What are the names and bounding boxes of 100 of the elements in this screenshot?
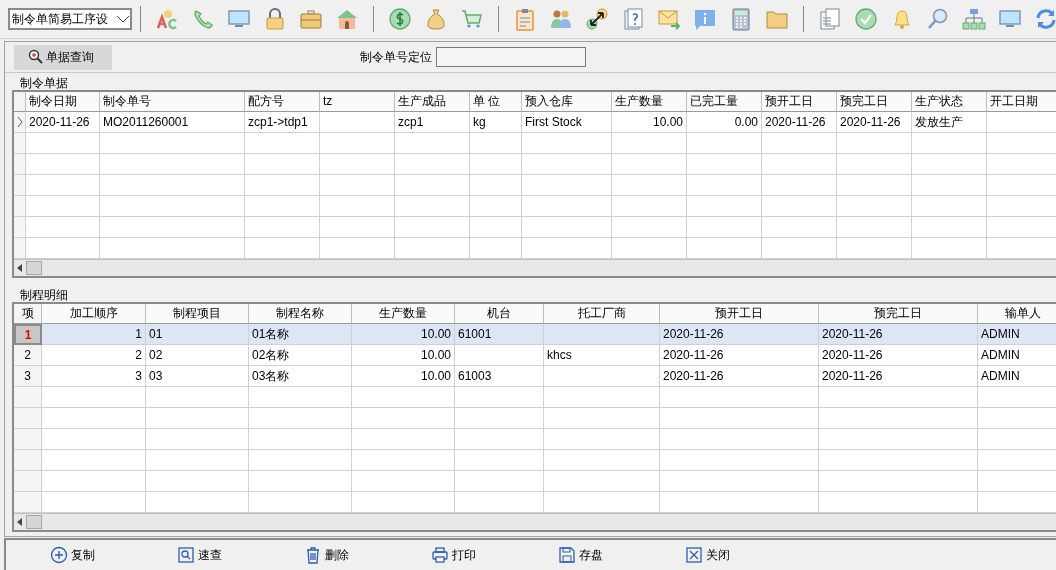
save-button[interactable]: 存盘 (558, 546, 685, 564)
copy-button[interactable]: 复制 (50, 546, 177, 564)
house-icon[interactable] (335, 7, 359, 31)
quick-search-button[interactable]: 速查 (177, 546, 304, 564)
clipboard-icon[interactable] (513, 7, 537, 31)
briefcase-icon[interactable] (299, 7, 323, 31)
table-cell: 2020-11-26 (660, 345, 819, 366)
column-header[interactable]: 制令单号 (100, 92, 245, 112)
lock-icon[interactable] (263, 7, 287, 31)
column-header[interactable]: 生产数量 (612, 92, 687, 112)
print-button[interactable]: 打印 (431, 546, 558, 564)
help-document-icon[interactable] (621, 7, 645, 31)
money-bag-icon[interactable] (424, 7, 448, 31)
column-header[interactable]: 预入仓库 (522, 92, 612, 112)
table-cell: 2 (42, 345, 146, 366)
empty-cell (470, 196, 522, 217)
group-title: 制程明细 (20, 288, 68, 302)
table-cell: ADMIN (978, 366, 1056, 387)
calculator-icon[interactable] (729, 7, 753, 31)
row-number: 3 (14, 366, 42, 387)
table-cell: 2020-11-26 (819, 345, 978, 366)
dollar-coin-icon[interactable] (388, 7, 412, 31)
info-icon[interactable] (693, 7, 717, 31)
table-cell: ADMIN (978, 324, 1056, 345)
add-icon (50, 546, 68, 564)
column-header[interactable]: 预开工日 (762, 92, 837, 112)
printer-icon (431, 546, 449, 564)
empty-cell (470, 175, 522, 196)
close-button[interactable]: 关闭 (685, 546, 812, 564)
refresh-icon[interactable] (1034, 7, 1056, 31)
query-button[interactable]: 单据查询 (14, 44, 112, 70)
table-cell: 2020-11-26 (660, 366, 819, 387)
column-header[interactable]: 已完工量 (687, 92, 762, 112)
row-header[interactable] (14, 471, 42, 492)
search-icon[interactable] (926, 7, 950, 31)
resize-icon[interactable] (585, 7, 609, 31)
row-header[interactable] (14, 408, 42, 429)
column-header[interactable]: 预完工日 (837, 92, 912, 112)
row-number: 2 (14, 345, 42, 366)
column-header[interactable]: 单 位 (470, 92, 522, 112)
table-cell: 10.00 (352, 345, 455, 366)
table-cell: 发放生产 (912, 112, 987, 133)
column-header: 项 (14, 304, 42, 324)
table-cell: 2020-11-26 (819, 324, 978, 345)
table-cell: 02名称 (249, 345, 352, 366)
row-header[interactable] (14, 154, 26, 175)
table-cell: 10.00 (352, 366, 455, 387)
table-cell: 2020-11-26 (660, 324, 819, 345)
empty-cell (470, 133, 522, 154)
selected-row[interactable]: 1 1 01 01名称 10.00 61001 2020-11-26 2020-11-26 ADMIN (14, 324, 1056, 345)
locate-label: 制令单号定位 (360, 48, 432, 66)
column-header[interactable]: 制令日期 (26, 92, 100, 112)
module-dropdown[interactable]: 制令单简易工序设 (8, 8, 132, 30)
table-cell: 03名称 (249, 366, 352, 387)
column-header[interactable]: 生产成品 (395, 92, 470, 112)
sitemap-icon[interactable] (962, 7, 986, 31)
table-cell: 02 (146, 345, 249, 366)
table-cell: 1 (42, 324, 146, 345)
column-header[interactable]: 配方号 (245, 92, 320, 112)
documents-icon[interactable] (818, 7, 842, 31)
empty-cell (470, 154, 522, 175)
mail-icon[interactable] (657, 7, 681, 31)
row-header[interactable] (14, 238, 26, 259)
order-number-field[interactable] (436, 47, 586, 67)
group-title: 制令单据 (20, 76, 68, 90)
row-header[interactable] (14, 217, 26, 238)
table-cell: 2020-11-26 (837, 112, 912, 133)
column-header[interactable]: 开工日期 (987, 92, 1056, 112)
row-header[interactable] (14, 450, 42, 471)
row-header[interactable] (14, 133, 26, 154)
row-header[interactable] (14, 112, 26, 133)
table-cell: kg (470, 112, 522, 133)
row-number: 1 (14, 324, 42, 345)
table-cell: zcp1 (395, 112, 470, 133)
spelling-icon[interactable] (155, 7, 179, 31)
table-cell: MO2011260001 (100, 112, 245, 133)
check-icon[interactable] (854, 7, 878, 31)
table-cell: khcs (544, 345, 660, 366)
scroll-bar[interactable] (14, 513, 1056, 530)
table-cell: 2020-11-26 (26, 112, 100, 133)
row-header[interactable] (14, 492, 42, 513)
column-header[interactable]: 生产状态 (912, 92, 987, 112)
row-header[interactable] (14, 387, 42, 408)
delete-button[interactable]: 删除 (304, 546, 431, 564)
column-header[interactable]: tz (320, 92, 395, 112)
table-cell: 03 (146, 366, 249, 387)
row-header[interactable] (14, 175, 26, 196)
search-icon (28, 49, 44, 65)
scroll-bar[interactable] (14, 259, 1056, 276)
table-cell: 01 (146, 324, 249, 345)
table-cell: 0.00 (687, 112, 762, 133)
row-header[interactable] (14, 196, 26, 217)
trash-icon (304, 546, 322, 564)
close-icon (685, 546, 703, 564)
table-cell: First Stock (522, 112, 612, 133)
caret-icon (116, 14, 130, 24)
table-cell: 61001 (455, 324, 544, 345)
table-cell: 2020-11-26 (762, 112, 837, 133)
row-header[interactable] (14, 429, 42, 450)
table-cell: 2020-11-26 (819, 366, 978, 387)
